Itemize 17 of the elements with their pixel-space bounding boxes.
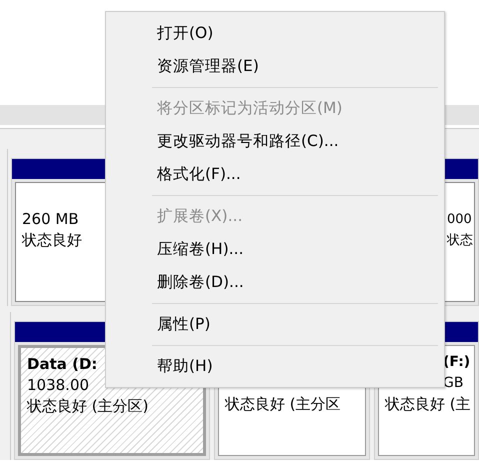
menu-item[interactable]: 帮助(H) [106, 350, 213, 383]
partition-title: Data (D: [27, 354, 98, 375]
partition-text: 1038.00 [27, 375, 90, 396]
partition-text: 260 MB [22, 209, 79, 230]
menu-item[interactable]: 更改驱动器号和路径(C)... [106, 125, 339, 158]
menu-item[interactable]: 打开(O) [106, 17, 214, 50]
partition-text: 状态良好 (主 [385, 394, 471, 415]
menu-item[interactable]: 格式化(F)... [106, 158, 241, 191]
partition-text: 状态良好 (主分区 [225, 394, 341, 415]
partition-title: (F:) [443, 353, 470, 372]
menu-item[interactable]: 压缩卷(H)... [106, 233, 244, 266]
partition-text: 状态良好 (主分区) [27, 396, 148, 417]
partition-text: 状态 [447, 232, 473, 250]
menu-item[interactable]: 资源管理器(E) [106, 50, 259, 83]
menu-item[interactable]: 删除卷(D)... [106, 266, 244, 299]
partition-text: 状态良好 [22, 230, 82, 251]
partition-text: 000 [447, 211, 472, 229]
